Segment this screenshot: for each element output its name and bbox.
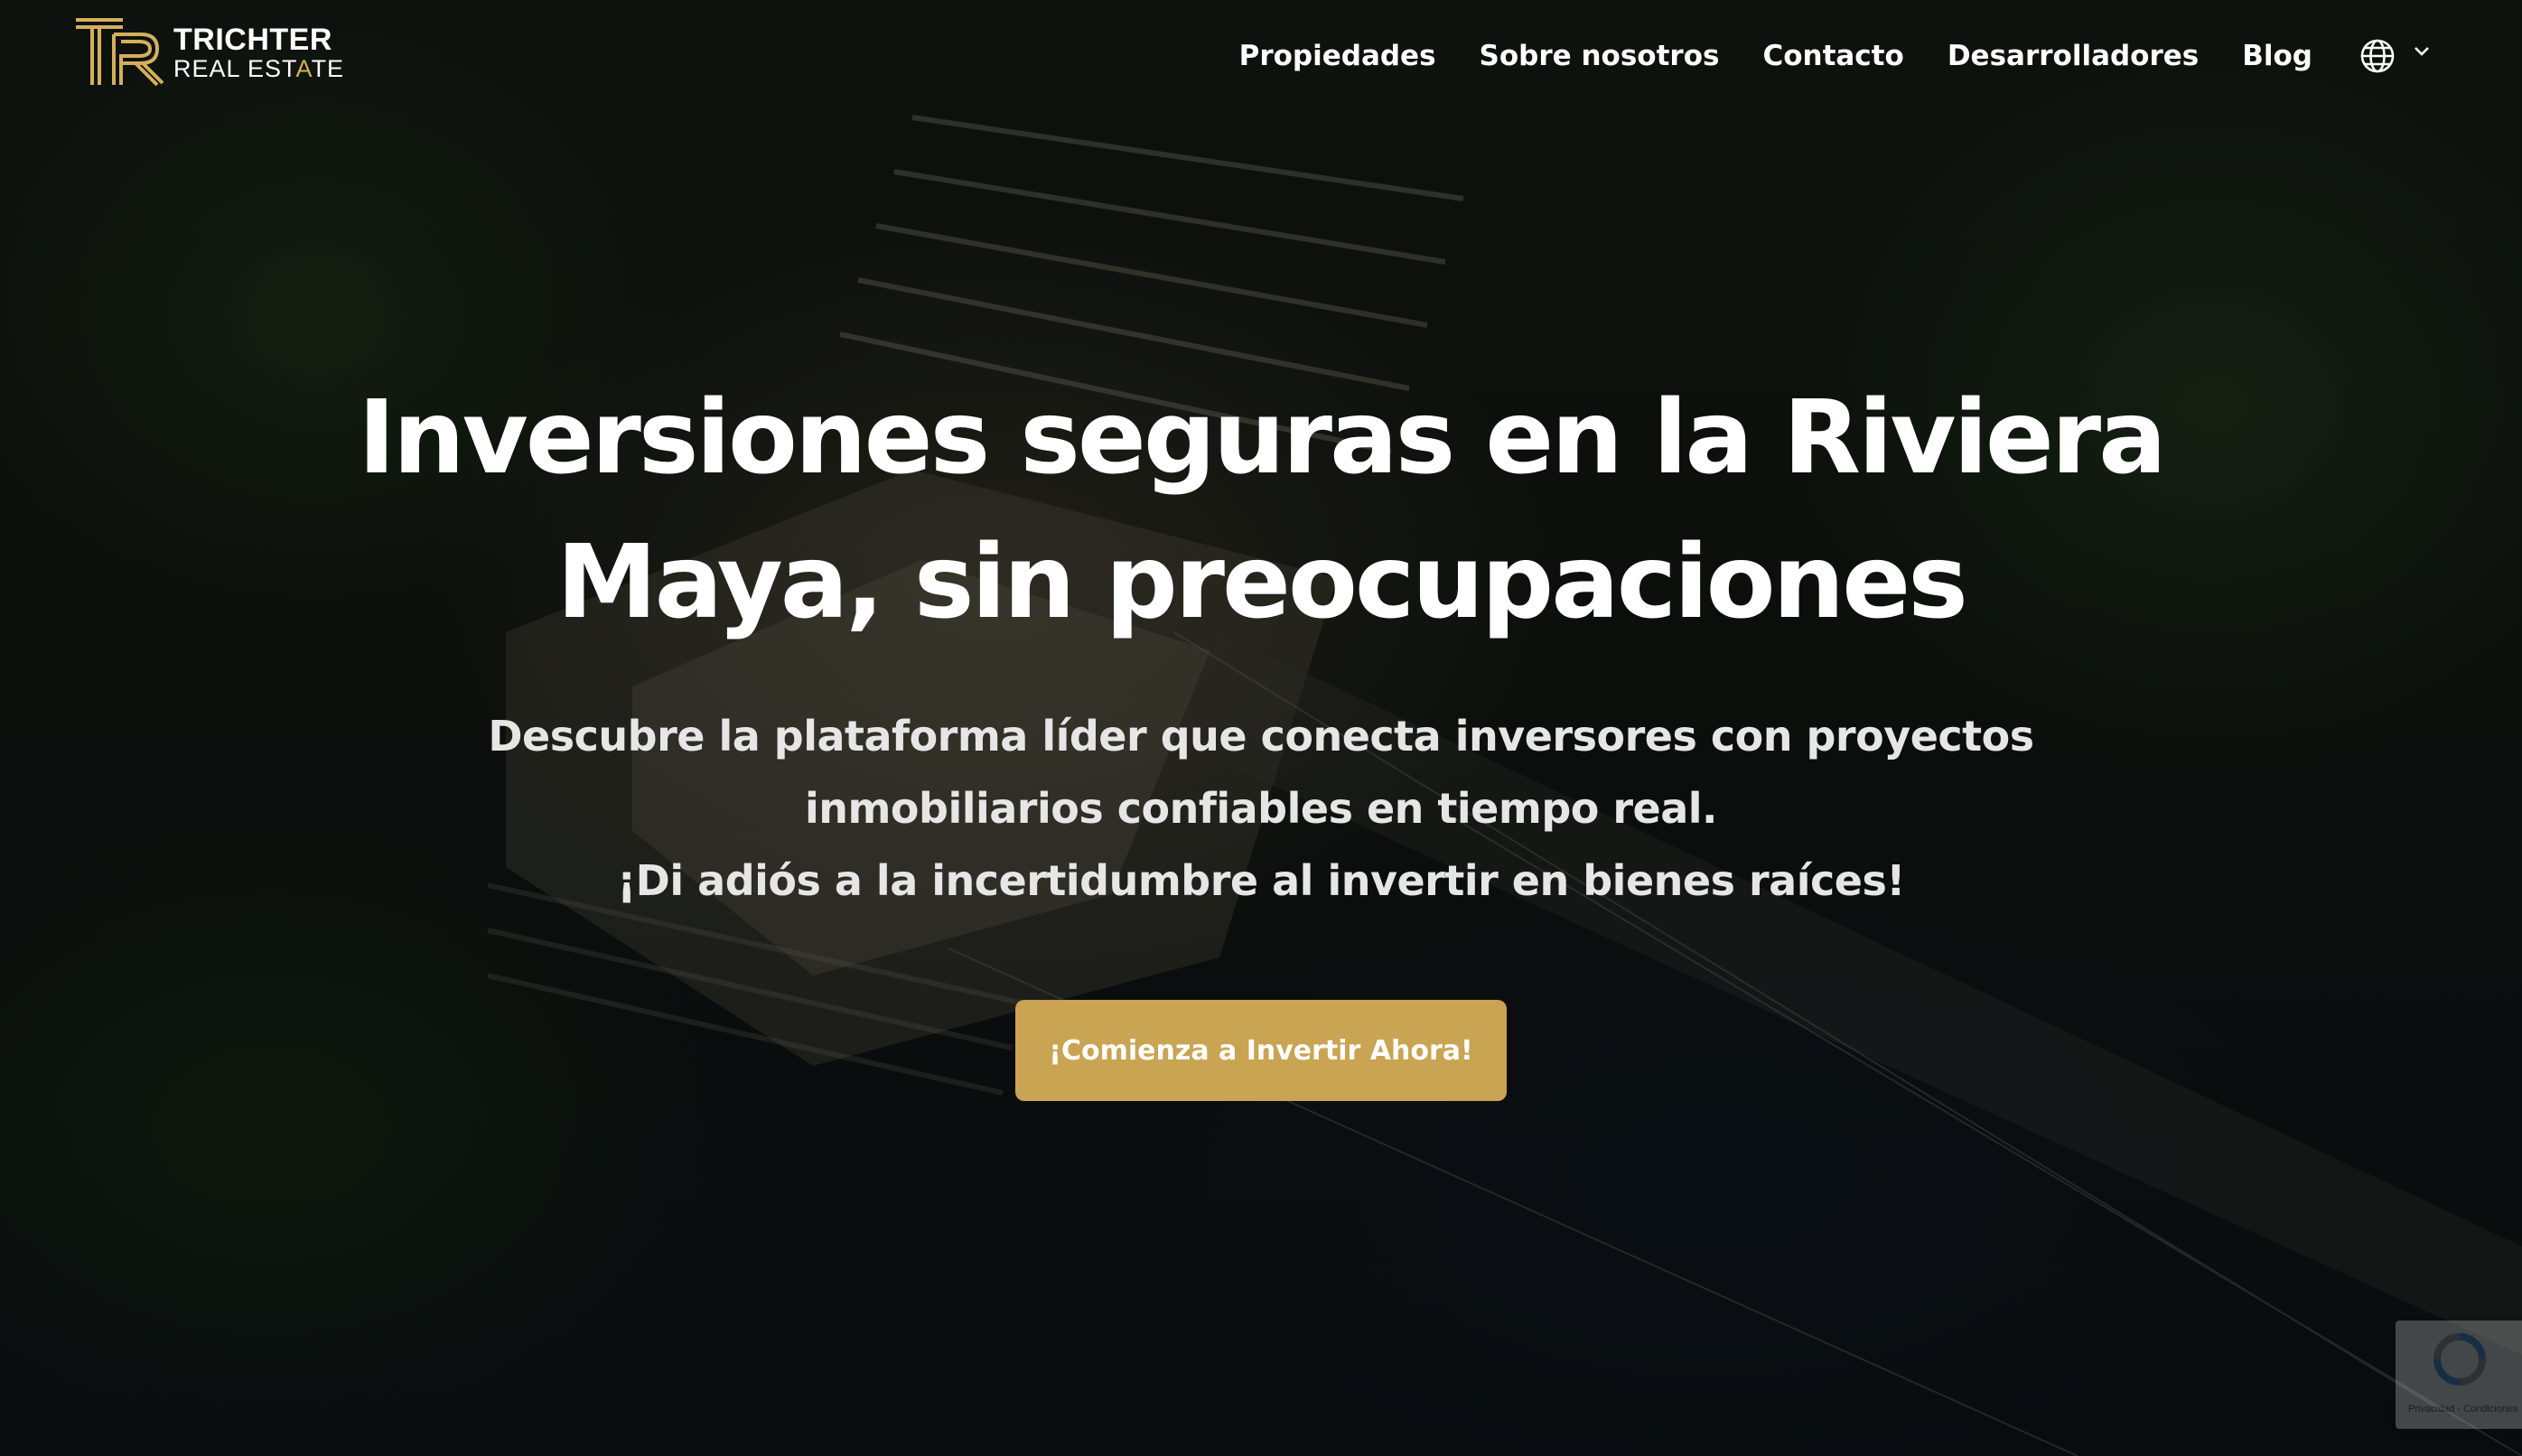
recaptcha-icon [2433,1333,2486,1386]
hero-subtitle-line: Descubre la plataforma líder que conecta… [488,712,2034,761]
hero-subtitle: Descubre la plataforma líder que conecta… [403,700,2119,917]
nav-item-desarrolladores[interactable]: Desarrolladores [1948,40,2199,72]
nav-item-blog[interactable]: Blog [2242,40,2312,72]
globe-icon [2360,39,2395,73]
recaptcha-badge[interactable]: Privacidad - Condiciones [2396,1321,2522,1429]
brand-tagline: REAL ESTATE [173,54,345,82]
hero-subtitle-line: inmobiliarios confiables en tiempo real. [804,784,1718,833]
start-investing-button[interactable]: ¡Comienza a Invertir Ahora! [1015,1000,1507,1101]
hero-title: Inversiones seguras en la Riviera Maya, … [358,366,2166,655]
page: TRICHTER REAL ESTATE Propiedades Sobre n… [0,0,2522,1456]
hero-section: Inversiones seguras en la Riviera Maya, … [0,366,2522,1101]
chevron-down-icon [2415,47,2429,56]
brand-tagline-part: TE [311,54,345,82]
language-selector[interactable] [2359,38,2432,74]
recaptcha-links[interactable]: Privacidad - Condiciones [2408,1404,2518,1414]
hero-title-line: Inversiones seguras en la Riviera [358,379,2166,497]
brand-logo[interactable]: TRICHTER REAL ESTATE [74,16,344,89]
hero-title-line: Maya, sin preocupaciones [556,524,1968,641]
nav-item-propiedades[interactable]: Propiedades [1239,40,1436,72]
brand-tagline-accent: A [295,54,312,82]
nav-item-contacto[interactable]: Contacto [1762,40,1903,72]
brand-name: TRICHTER [173,22,332,57]
nav-item-sobre-nosotros[interactable]: Sobre nosotros [1480,40,1720,72]
hero-subtitle-line: ¡Di adiós a la incertidumbre al invertir… [617,856,1905,905]
logo-wordmark: TRICHTER REAL ESTATE [173,24,344,81]
logo-monogram-icon [76,18,164,87]
main-nav: Propiedades Sobre nosotros Contacto Desa… [1239,0,2522,112]
brand-tagline-part: REAL EST [173,54,296,82]
site-header: TRICHTER REAL ESTATE Propiedades Sobre n… [0,0,2522,108]
